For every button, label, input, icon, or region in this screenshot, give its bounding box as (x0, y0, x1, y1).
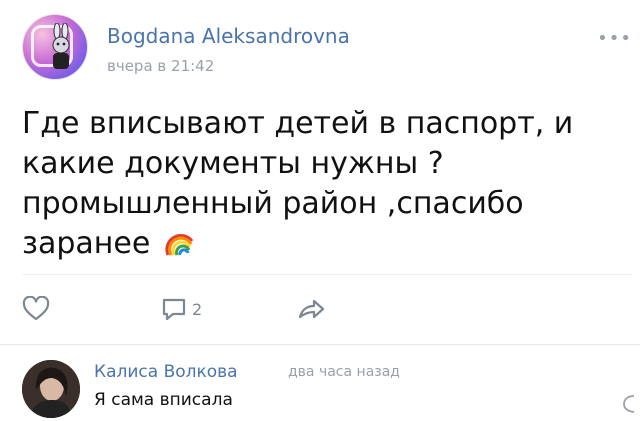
comment-button[interactable]: 2 (160, 296, 202, 322)
post-text-line: какие документы нужны ? (22, 146, 444, 181)
post-text: Где вписывают детей в паспорт, и какие д… (22, 104, 612, 264)
comment-author-avatar[interactable] (22, 360, 80, 418)
share-arrow-icon (298, 299, 325, 319)
comments-divider (0, 344, 640, 345)
comment-author-name[interactable]: Калиса Волкова (94, 362, 238, 382)
author-avatar[interactable] (22, 14, 88, 80)
post-actions: 2 (22, 296, 422, 326)
post-header: Bogdana Aleksandrovna вчера в 21:42 ••• (22, 14, 632, 80)
user-photo-icon (22, 360, 80, 418)
comment-bubble-icon (162, 298, 186, 321)
post-timestamp: вчера в 21:42 (107, 57, 215, 75)
rabbit-icon (52, 23, 70, 69)
rainbow-icon (165, 234, 194, 256)
reply-button[interactable] (622, 394, 636, 418)
post-text-line: промышленный район ,спасибо (22, 186, 524, 221)
post-text-line-last: заранее (22, 224, 612, 264)
post-author-name[interactable]: Bogdana Aleksandrovna (107, 24, 350, 48)
post-text-line: заранее (22, 226, 151, 261)
more-options-icon[interactable]: ••• (597, 28, 632, 49)
heart-icon (22, 296, 50, 321)
post-separator (22, 274, 632, 275)
post-text-line: Где вписывают детей в паспорт, и (22, 106, 574, 141)
reply-icon (623, 395, 635, 413)
comment-item: Калиса Волкова два часа назад Я сама впи… (22, 360, 635, 420)
like-button[interactable] (22, 296, 50, 322)
comment-text: Я сама вписала (94, 390, 233, 410)
comment-count: 2 (192, 299, 203, 319)
comment-timestamp: два часа назад (288, 364, 400, 380)
share-button[interactable] (296, 296, 326, 322)
